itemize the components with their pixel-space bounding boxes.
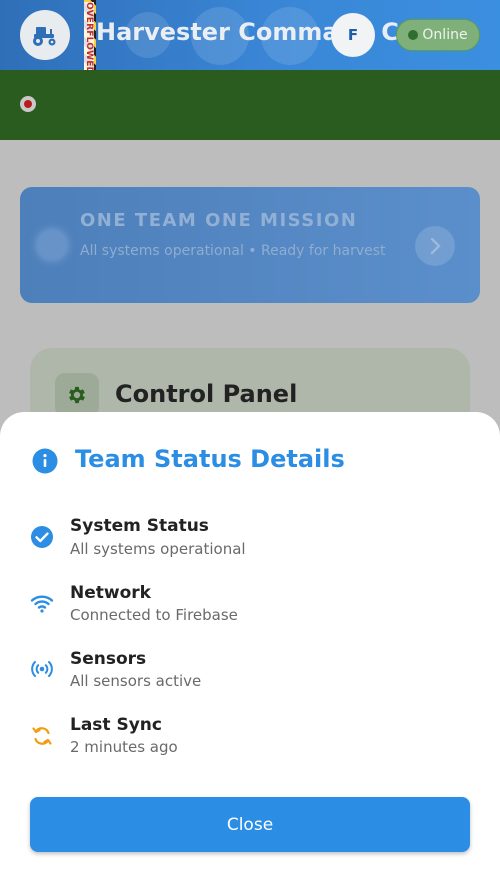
status-badge-label: Online [422,27,468,43]
sheet-title: Team Status Details [75,445,345,473]
header-action-1[interactable] [125,12,171,58]
control-panel-title: Control Panel [115,380,298,408]
status-item-value: All sensors active [70,672,202,690]
status-item-label: Last Sync [70,715,162,735]
status-badge: Online [396,19,480,51]
status-item-value: Connected to Firebase [70,606,238,624]
control-panel-icon-box [55,373,99,417]
mission-subtitle: All systems operational • Ready for harv… [80,243,386,259]
record-indicator-icon [20,96,36,112]
sensors-icon [31,661,53,677]
status-item-label: Sensors [70,649,147,669]
mission-arrow-button[interactable] [415,226,455,266]
gear-icon [69,386,85,404]
online-dot-icon [408,30,419,40]
status-item-label: Network [70,583,151,603]
header-action-2[interactable] [191,7,249,65]
status-item-value: 2 minutes ago [70,738,178,756]
wifi-icon [30,595,54,613]
header-action-3[interactable] [261,7,319,65]
tractor-icon [33,27,56,46]
mission-glow-icon [38,231,66,259]
avatar[interactable]: F [331,13,375,57]
tractor-logo-button[interactable] [20,10,70,60]
status-bar [0,70,500,140]
sync-icon [32,727,52,745]
check-circle-icon [31,526,53,548]
status-item-label: System Status [70,516,209,536]
mission-title: ONE TEAM ONE MISSION [80,210,358,231]
info-icon [32,448,58,474]
close-button[interactable]: Close [30,797,470,852]
status-item-value: All systems operational [70,540,246,558]
chevron-right-icon [430,237,441,255]
overflow-warning: OVERFLOWED BY 2 [83,0,97,70]
